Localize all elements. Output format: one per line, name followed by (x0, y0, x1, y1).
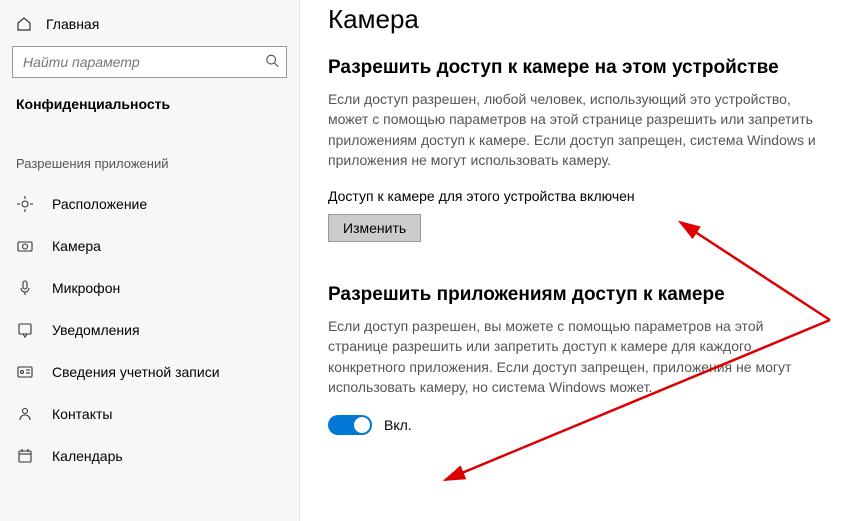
home-button[interactable]: Главная (0, 10, 299, 42)
home-label: Главная (46, 16, 99, 32)
search-box[interactable] (12, 46, 287, 78)
microphone-icon (16, 279, 34, 297)
sidebar: Главная Конфиденциальность Разрешения пр… (0, 0, 300, 521)
sidebar-subsection-label: Разрешения приложений (0, 128, 299, 183)
home-icon (16, 16, 32, 32)
sidebar-section-title: Конфиденциальность (0, 92, 299, 128)
sidebar-item-location[interactable]: Расположение (0, 183, 299, 225)
nav-label: Контакты (52, 406, 112, 422)
nav-label: Уведомления (52, 322, 140, 338)
sidebar-item-microphone[interactable]: Микрофон (0, 267, 299, 309)
calendar-icon (16, 447, 34, 465)
section2-desc: Если доступ разрешен, вы можете с помощь… (328, 316, 822, 397)
account-info-icon (16, 363, 34, 381)
location-icon (16, 195, 34, 213)
page-title: Камера (328, 4, 822, 35)
sidebar-item-account-info[interactable]: Сведения учетной записи (0, 351, 299, 393)
contacts-icon (16, 405, 34, 423)
sidebar-item-notifications[interactable]: Уведомления (0, 309, 299, 351)
section2-title: Разрешить приложениям доступ к камере (328, 284, 822, 306)
nav-label: Календарь (52, 448, 123, 464)
section1-title: Разрешить доступ к камере на этом устрой… (328, 57, 822, 79)
change-button[interactable]: Изменить (328, 214, 421, 242)
section1-desc: Если доступ разрешен, любой человек, исп… (328, 89, 822, 170)
notifications-icon (16, 321, 34, 339)
toggle-label: Вкл. (384, 417, 412, 433)
nav-label: Камера (52, 238, 101, 254)
sidebar-item-calendar[interactable]: Календарь (0, 435, 299, 477)
sidebar-item-contacts[interactable]: Контакты (0, 393, 299, 435)
nav-label: Микрофон (52, 280, 120, 296)
sidebar-item-camera[interactable]: Камера (0, 225, 299, 267)
main-content: Камера Разрешить доступ к камере на этом… (300, 0, 846, 521)
nav-label: Сведения учетной записи (52, 364, 220, 380)
camera-access-status: Доступ к камере для этого устройства вкл… (328, 188, 822, 204)
nav-label: Расположение (52, 196, 147, 212)
search-input[interactable] (12, 46, 287, 78)
camera-icon (16, 237, 34, 255)
apps-camera-toggle[interactable] (328, 415, 372, 435)
search-icon (265, 54, 279, 71)
